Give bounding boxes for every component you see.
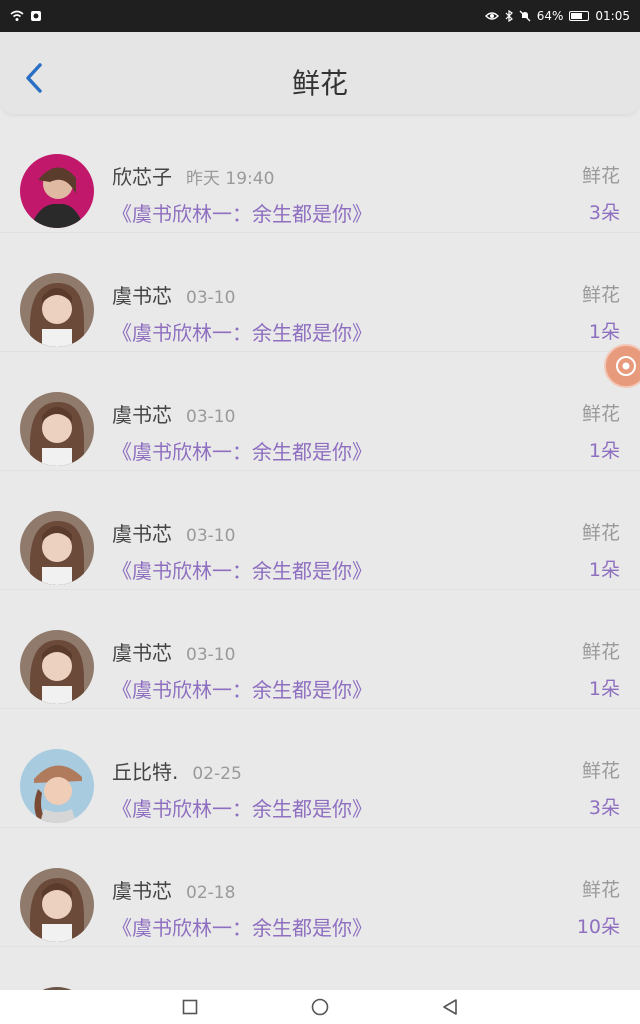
sender-name: 丘比特. 02-25 <box>112 756 242 785</box>
square-icon <box>182 999 198 1015</box>
avatar[interactable] <box>20 630 94 704</box>
header: 鲜花 <box>0 32 640 114</box>
triangle-back-icon <box>443 999 457 1015</box>
mute-bell-icon <box>519 10 531 22</box>
list-item[interactable]: 虞书芯 03-10 《虞书欣林一：余生都是你》 鲜花 1朵 <box>0 233 640 352</box>
system-nav-bar <box>0 990 640 1024</box>
list-item[interactable]: 虞书芯 03-10 《虞书欣林一：余生都是你》 鲜花 1朵 <box>0 352 640 471</box>
book-title: 《虞书欣林一：余生都是你》 <box>112 202 372 226</box>
circle-icon <box>311 998 329 1016</box>
avatar[interactable] <box>20 392 94 466</box>
status-time: 01:05 <box>595 9 630 23</box>
book-title: 《虞书欣林一：余生都是你》 <box>112 440 372 464</box>
gift-count: 3朵 <box>588 797 620 819</box>
sender-name: 虞书芯 03-10 <box>112 280 235 309</box>
book-title: 《虞书欣林一：余生都是你》 <box>112 916 372 940</box>
coupon-icon <box>616 356 636 376</box>
wifi-icon <box>10 10 24 21</box>
gift-count: 3朵 <box>588 202 620 224</box>
avatar[interactable] <box>20 511 94 585</box>
gift-count: 1朵 <box>588 321 620 343</box>
gift-count: 1朵 <box>588 559 620 581</box>
sender-name: 虞书芯 03-10 <box>112 518 235 547</box>
gift-type: 鲜花 <box>581 760 620 782</box>
eye-icon <box>484 12 499 20</box>
recent-apps-button[interactable] <box>180 997 200 1017</box>
sender-name-text: 欣芯子 <box>112 165 172 189</box>
book-title: 《虞书欣林一：余生都是你》 <box>112 321 372 345</box>
battery-icon <box>569 11 590 21</box>
avatar[interactable] <box>20 273 94 347</box>
battery-percent: 64% <box>536 9 564 23</box>
sender-name-text: 虞书芯 <box>112 284 172 308</box>
list-item-partial[interactable] <box>0 947 640 990</box>
send-time: 03-10 <box>186 526 236 546</box>
status-left <box>10 10 42 22</box>
sender-name-text: 虞书芯 <box>112 522 172 546</box>
sender-name-text: 虞书芯 <box>112 879 172 903</box>
send-time: 03-10 <box>186 407 236 427</box>
sender-name-text: 虞书芯 <box>112 403 172 427</box>
list-item[interactable]: 虞书芯 03-10 《虞书欣林一：余生都是你》 鲜花 1朵 <box>0 471 640 590</box>
send-time: 昨天 19:40 <box>186 169 275 189</box>
sender-name: 虞书芯 03-10 <box>112 399 235 428</box>
avatar[interactable] <box>20 154 94 228</box>
avatar[interactable] <box>20 749 94 823</box>
gift-record-list: 欣芯子 昨天 19:40 《虞书欣林一：余生都是你》 鲜花 3朵 虞书芯 03-10… <box>0 114 640 990</box>
floating-reward-button[interactable] <box>604 344 640 388</box>
list-item[interactable]: 丘比特. 02-25 《虞书欣林一：余生都是你》 鲜花 3朵 <box>0 709 640 828</box>
list-item[interactable]: 欣芯子 昨天 19:40 《虞书欣林一：余生都是你》 鲜花 3朵 <box>0 114 640 233</box>
gift-type: 鲜花 <box>581 641 620 663</box>
status-bar: 64% 01:05 <box>0 0 640 32</box>
gift-count: 1朵 <box>588 440 620 462</box>
gift-type: 鲜花 <box>581 879 620 901</box>
gift-count: 1朵 <box>588 678 620 700</box>
book-title: 《虞书欣林一：余生都是你》 <box>112 797 372 821</box>
list-item[interactable]: 虞书芯 03-10 《虞书欣林一：余生都是你》 鲜花 1朵 <box>0 590 640 709</box>
send-time: 02-25 <box>192 764 242 784</box>
sender-name: 虞书芯 03-10 <box>112 637 235 666</box>
app-notification-icon <box>31 11 41 21</box>
page-title: 鲜花 <box>291 67 348 100</box>
send-time: 03-10 <box>186 288 236 308</box>
book-title: 《虞书欣林一：余生都是你》 <box>112 678 372 702</box>
send-time: 03-10 <box>186 645 236 665</box>
gift-type: 鲜花 <box>581 284 620 306</box>
sender-name: 虞书芯 02-18 <box>112 875 235 904</box>
avatar[interactable] <box>20 868 94 942</box>
sender-name-text: 虞书芯 <box>112 641 172 665</box>
send-time: 02-18 <box>186 883 236 903</box>
sender-name: 欣芯子 昨天 19:40 <box>112 161 274 190</box>
status-right: 64% 01:05 <box>484 9 630 23</box>
list-item[interactable]: 虞书芯 02-18 《虞书欣林一：余生都是你》 鲜花 10朵 <box>0 828 640 947</box>
bluetooth-icon <box>505 10 513 22</box>
book-title: 《虞书欣林一：余生都是你》 <box>112 559 372 583</box>
gift-type: 鲜花 <box>581 522 620 544</box>
gift-type: 鲜花 <box>581 165 620 187</box>
back-nav-button[interactable] <box>440 997 460 1017</box>
home-button[interactable] <box>310 997 330 1017</box>
sender-name-text: 丘比特. <box>112 760 179 784</box>
gift-count: 10朵 <box>576 916 620 938</box>
gift-type: 鲜花 <box>581 403 620 425</box>
